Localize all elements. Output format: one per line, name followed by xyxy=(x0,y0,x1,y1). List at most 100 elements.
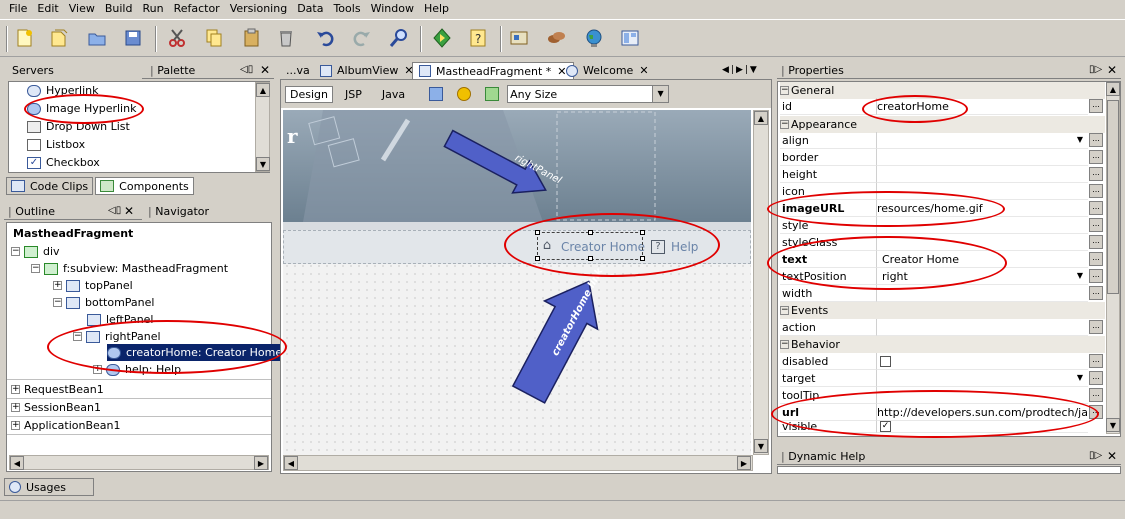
menu-versioning[interactable]: Versioning xyxy=(225,0,292,18)
expander-icon[interactable]: + xyxy=(11,403,20,412)
scroll-right-icon[interactable]: ▶ xyxy=(254,456,268,470)
menu-edit[interactable]: Edit xyxy=(32,0,63,18)
scroll-down-icon[interactable]: ▼ xyxy=(1106,418,1120,432)
tree-node[interactable]: − bottomPanel xyxy=(53,294,154,311)
help-icon[interactable]: ? xyxy=(466,26,490,50)
menu-refactor[interactable]: Refactor xyxy=(169,0,225,18)
prop-value-action[interactable] xyxy=(876,319,1088,336)
ellipsis-button[interactable]: ... xyxy=(1089,184,1103,198)
menu-run[interactable]: Run xyxy=(137,0,168,18)
menu-file[interactable]: File xyxy=(4,0,32,18)
scroll-up-icon[interactable]: ▲ xyxy=(256,83,270,97)
delete-icon[interactable] xyxy=(274,26,298,50)
scroll-down-icon[interactable]: ▼ xyxy=(256,157,270,171)
menu-window[interactable]: Window xyxy=(366,0,419,18)
prop-value-align[interactable] xyxy=(876,132,1088,149)
ellipsis-button[interactable]: ... xyxy=(1089,201,1103,215)
paste-icon[interactable] xyxy=(240,26,264,50)
tree-node[interactable]: + ApplicationBean1 xyxy=(11,417,121,434)
scroll-left-icon[interactable]: ◀ xyxy=(10,456,24,470)
ellipsis-button[interactable]: ... xyxy=(1089,269,1103,283)
prop-value-target[interactable] xyxy=(876,370,1088,387)
find-icon[interactable] xyxy=(387,26,411,50)
minimize-icon[interactable]: ◁▯ xyxy=(108,205,121,216)
ellipsis-button[interactable]: ... xyxy=(1089,286,1103,300)
prop-value-border[interactable] xyxy=(876,149,1088,166)
tree-node[interactable]: + RequestBean1 xyxy=(11,381,104,398)
ellipsis-button[interactable]: ... xyxy=(1089,218,1103,232)
menu-build[interactable]: Build xyxy=(100,0,138,18)
prop-value-height[interactable] xyxy=(876,166,1088,183)
menu-help[interactable]: Help xyxy=(419,0,454,18)
list-item[interactable]: Listbox xyxy=(27,136,85,153)
ellipsis-button[interactable]: ... xyxy=(1089,320,1103,334)
minimize-icon[interactable]: ◁▯ xyxy=(240,64,253,75)
ellipsis-button[interactable]: ... xyxy=(1089,167,1103,181)
minimize-icon[interactable]: ▯▷ xyxy=(1089,450,1102,461)
tree-node[interactable]: − f:subview: MastheadFragment xyxy=(31,260,228,277)
chevron-down-icon[interactable]: ▼ xyxy=(1073,269,1087,283)
beans-icon[interactable] xyxy=(544,26,568,50)
chevron-down-icon[interactable]: ▼ xyxy=(1073,371,1087,385)
scroll-thumb[interactable] xyxy=(1107,100,1119,294)
expander-icon[interactable]: + xyxy=(11,385,20,394)
scroll-right-icon[interactable]: ▶ xyxy=(737,456,751,470)
ellipsis-button[interactable]: ... xyxy=(1089,371,1103,385)
close-icon[interactable]: ✕ xyxy=(639,64,648,77)
tab-albumview[interactable]: AlbumView ✕ xyxy=(314,62,420,79)
tab-navigator[interactable]: | Navigator xyxy=(142,203,215,220)
close-icon[interactable]: ✕ xyxy=(124,204,134,218)
disabled-checkbox[interactable] xyxy=(880,355,891,367)
scroll-left-icon[interactable]: ◀ xyxy=(284,456,298,470)
close-icon[interactable]: ✕ xyxy=(260,63,270,77)
close-icon[interactable]: ✕ xyxy=(1107,63,1117,77)
ellipsis-button[interactable]: ... xyxy=(1089,252,1103,266)
outline-hscrollbar[interactable] xyxy=(9,455,269,470)
scroll-up-icon[interactable]: ▲ xyxy=(1106,82,1120,96)
menu-view[interactable]: View xyxy=(64,0,100,18)
category-behavior[interactable]: − Behavior xyxy=(780,336,1105,353)
tree-node[interactable]: − div xyxy=(11,243,60,260)
layout-icon[interactable] xyxy=(618,26,642,50)
copy-icon[interactable] xyxy=(202,26,226,50)
usages-tab[interactable]: Usages xyxy=(4,478,94,496)
expander-icon[interactable]: − xyxy=(53,298,62,307)
scroll-down-icon[interactable]: ▼ xyxy=(754,439,768,453)
tab-palette[interactable]: | Palette xyxy=(144,62,201,79)
menu-tools[interactable]: Tools xyxy=(328,0,365,18)
scroll-up-icon[interactable]: ▲ xyxy=(754,111,768,125)
editor-vscrollbar[interactable] xyxy=(753,110,769,455)
tree-node[interactable]: + topPanel xyxy=(53,277,133,294)
tab-outline[interactable]: | Outline xyxy=(4,203,142,220)
cut-icon[interactable] xyxy=(165,26,189,50)
ellipsis-button[interactable]: ... xyxy=(1089,354,1103,368)
minimize-icon[interactable]: ▯▷ xyxy=(1089,64,1102,75)
tab-servers[interactable]: Servers xyxy=(4,62,142,79)
tab-nav-icon[interactable]: ◀|▶|▼ xyxy=(722,65,759,75)
category-events[interactable]: − Events xyxy=(780,302,1105,319)
tab-components[interactable]: Components xyxy=(95,177,194,195)
tab-code-clips[interactable]: Code Clips xyxy=(6,177,94,195)
new-project-icon[interactable] xyxy=(47,26,71,50)
ellipsis-button[interactable]: ... xyxy=(1089,388,1103,402)
save-all-icon[interactable] xyxy=(121,26,145,50)
expander-icon[interactable]: + xyxy=(11,421,20,430)
tab-welcome[interactable]: Welcome ✕ xyxy=(560,62,655,79)
open-project-icon[interactable] xyxy=(85,26,109,50)
ellipsis-button[interactable]: ... xyxy=(1089,235,1103,249)
run-icon[interactable] xyxy=(430,26,454,50)
expander-icon[interactable]: − xyxy=(11,247,20,256)
ellipsis-button[interactable]: ... xyxy=(1089,150,1103,164)
web-icon[interactable] xyxy=(582,26,606,50)
tree-node[interactable]: + SessionBean1 xyxy=(11,399,101,416)
menu-data[interactable]: Data xyxy=(292,0,328,18)
editor-hscrollbar[interactable] xyxy=(283,455,753,471)
tab-mastheadfragment[interactable]: MastheadFragment * ✕ xyxy=(412,62,574,79)
list-item[interactable]: ✓ Checkbox xyxy=(27,154,100,171)
deploy-icon[interactable] xyxy=(507,26,531,50)
expander-icon[interactable]: + xyxy=(53,281,62,290)
tab-va[interactable]: ...va xyxy=(280,62,316,79)
prop-value-disabled[interactable] xyxy=(876,353,1088,370)
ellipsis-button[interactable]: ... xyxy=(1089,133,1103,147)
redo-icon[interactable] xyxy=(350,26,374,50)
